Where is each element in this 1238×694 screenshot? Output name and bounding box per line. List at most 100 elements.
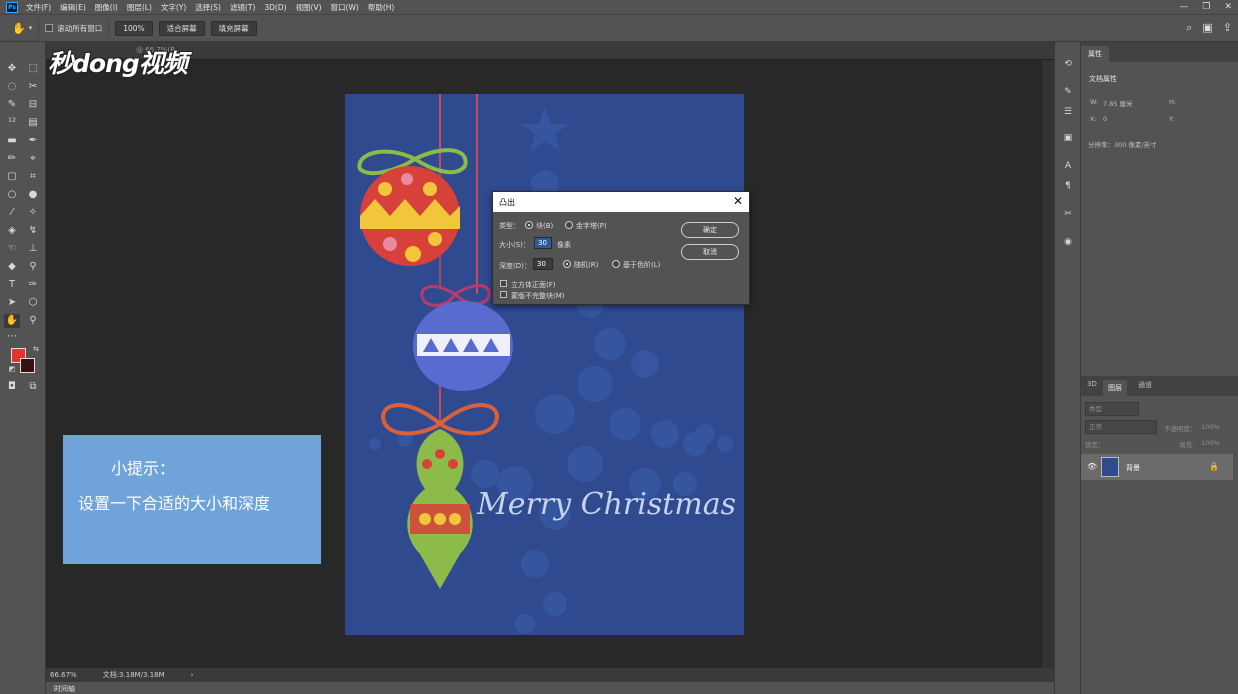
workspace-icon[interactable]: ▣ [1202,21,1212,35]
swap-colors-icon[interactable]: ⇆ [28,342,44,356]
restore-icon[interactable]: ❐ [1202,2,1210,12]
cube-face-checkbox[interactable] [500,280,507,287]
timeline-tab[interactable]: 时间轴 [54,684,75,694]
dodge-tool-icon[interactable]: ⚲ [25,260,41,274]
properties-tab[interactable]: 属性 [1081,46,1109,62]
hand-tool-icon[interactable]: ✋ [12,22,26,35]
screen-mode-icon[interactable]: ⧉ [25,380,41,394]
tools-icon[interactable]: ✂ [1061,208,1075,220]
eyedropper-tool-icon[interactable]: ✎ [4,98,20,112]
dialog-titlebar[interactable]: 凸出 ✕ [493,192,749,212]
ruler-tool-icon[interactable]: ⊟ [25,98,41,112]
depth-level-radio[interactable] [612,260,620,268]
move-tool-icon[interactable]: ✥ [4,62,20,76]
share-icon[interactable]: ⇪ [1223,21,1232,35]
history-brush-icon[interactable]: ↯ [25,224,41,238]
clone-stamp-icon[interactable]: ⊥ [25,242,41,256]
default-colors-icon[interactable]: ◩ [4,362,20,376]
hand-tool-icon[interactable]: ✋ [4,314,20,328]
quick-mask-icon[interactable]: ◘ [4,380,20,394]
fill-value[interactable]: 100% [1201,439,1220,447]
zoom-tool-icon[interactable]: ⚲ [25,314,41,328]
type-pyramid-radio[interactable] [565,221,573,229]
frame-tool-icon[interactable]: ▢ [4,170,20,184]
fill-screen-button[interactable]: 填充屏幕 [210,20,257,36]
close-icon[interactable]: ✕ [733,194,743,208]
tab-layers[interactable]: 图层 [1103,380,1127,396]
magic-wand-icon[interactable]: ✧ [25,206,41,220]
close-icon[interactable]: ✕ [1224,2,1232,12]
smudge-tool-icon[interactable]: ☜ [4,242,20,256]
ok-button[interactable]: 确定 [681,222,739,238]
paragraph-icon[interactable]: ¶ [1061,180,1075,192]
healing-tool-icon[interactable]: ⁄ [4,206,20,220]
opacity-value[interactable]: 100% [1201,423,1220,431]
size-input[interactable]: 30 [534,237,552,249]
shape-tool-icon[interactable]: ⬡ [25,296,41,310]
type-tool-icon[interactable]: T [4,278,20,292]
menu-image[interactable]: 图像(I) [95,2,118,13]
menu-edit[interactable]: 编辑(E) [60,2,86,13]
brush-settings-icon[interactable]: ✎ [1061,86,1075,98]
document-size: 文档:3.18M/3.18M [102,671,165,679]
crop-tool-icon[interactable]: ✂ [25,80,41,94]
count-tool-icon[interactable]: ¹² [4,116,20,130]
paint-bucket-icon[interactable]: ◈ [4,224,20,238]
marquee-tool-icon[interactable]: ⬚ [25,62,41,76]
path-pen-icon[interactable]: ✑ [25,278,41,292]
layers-tabbar: 3D 图层 通道 [1081,376,1238,396]
depth-input[interactable]: 30 [533,258,553,270]
menu-type[interactable]: 文字(Y) [161,2,186,13]
fit-screen-button[interactable]: 适合屏幕 [158,20,205,36]
layer-name: 背景 [1126,464,1140,472]
lasso-tool-icon[interactable]: ◌ [4,80,20,94]
blend-mode-select[interactable]: 正常 [1085,420,1157,434]
brush-tool-icon[interactable]: ▬ [4,134,20,148]
vertical-scrollbar[interactable] [1042,60,1054,668]
path-select-icon[interactable]: ➤ [4,296,20,310]
type-block-radio[interactable] [525,221,533,229]
3d-icon[interactable]: ◉ [1061,236,1075,248]
options-right-icons: ⌕ ▣ ⇪ [1186,21,1232,35]
libraries-icon[interactable]: ▣ [1061,132,1075,144]
depth-random-radio[interactable] [563,260,571,268]
adjustments-icon[interactable]: ☰ [1061,106,1075,118]
status-chevron-icon[interactable]: › [191,671,194,679]
menu-view[interactable]: 视图(V) [296,2,322,13]
tip-title: 小提示： [111,459,176,478]
mask-incomplete-checkbox[interactable] [500,291,507,298]
search-icon[interactable]: ⌕ [1186,21,1192,35]
eye-icon[interactable]: 👁 [1087,462,1097,471]
eraser-tool-icon[interactable]: ◆ [4,260,20,274]
character-icon[interactable]: A [1061,160,1075,172]
note-tool-icon[interactable]: ▤ [25,116,41,130]
layer-row[interactable]: 👁 背景 🔒 [1081,454,1233,480]
zoom-level[interactable]: 66.67% [50,671,77,679]
stamp-tool-icon[interactable]: ⌖ [25,152,41,166]
scroll-all-windows-checkbox[interactable]: 滚动所有窗口 [45,23,102,34]
minimize-icon[interactable]: — [1179,2,1188,12]
zoom-100-button[interactable]: 100% [115,20,153,36]
menu-window[interactable]: 窗口(W) [331,2,359,13]
tab-channels[interactable]: 通道 [1138,380,1152,390]
cancel-button[interactable]: 取消 [681,244,739,260]
slice-tool-icon[interactable]: ⌗ [25,170,41,184]
layer-filter-input[interactable]: 类型 [1085,402,1139,416]
menu-layer[interactable]: 图层(L) [127,2,152,13]
menu-file[interactable]: 文件(F) [26,2,51,13]
more-tools-icon[interactable]: ⋯ [4,330,20,344]
tab-3d[interactable]: 3D [1087,380,1097,388]
ellipse-lasso-icon[interactable]: ○ [4,188,20,202]
tool-preset-chevron-icon[interactable]: ▾ [29,24,33,32]
blob-tool-icon[interactable]: ● [25,188,41,202]
menu-help[interactable]: 帮助(H) [368,2,395,13]
menu-select[interactable]: 选择(S) [195,2,221,13]
pen-tool-icon[interactable]: ✒ [25,134,41,148]
lock-icon[interactable]: 🔒 [1209,462,1219,471]
menu-3d[interactable]: 3D(D) [264,3,286,12]
background-color-swatch[interactable] [20,358,35,373]
history-icon[interactable]: ⟲ [1061,58,1075,70]
document-tab[interactable]: @ 66.7%(R... [46,42,1054,60]
menu-filter[interactable]: 滤镜(T) [230,2,255,13]
pencil-tool-icon[interactable]: ✏ [4,152,20,166]
